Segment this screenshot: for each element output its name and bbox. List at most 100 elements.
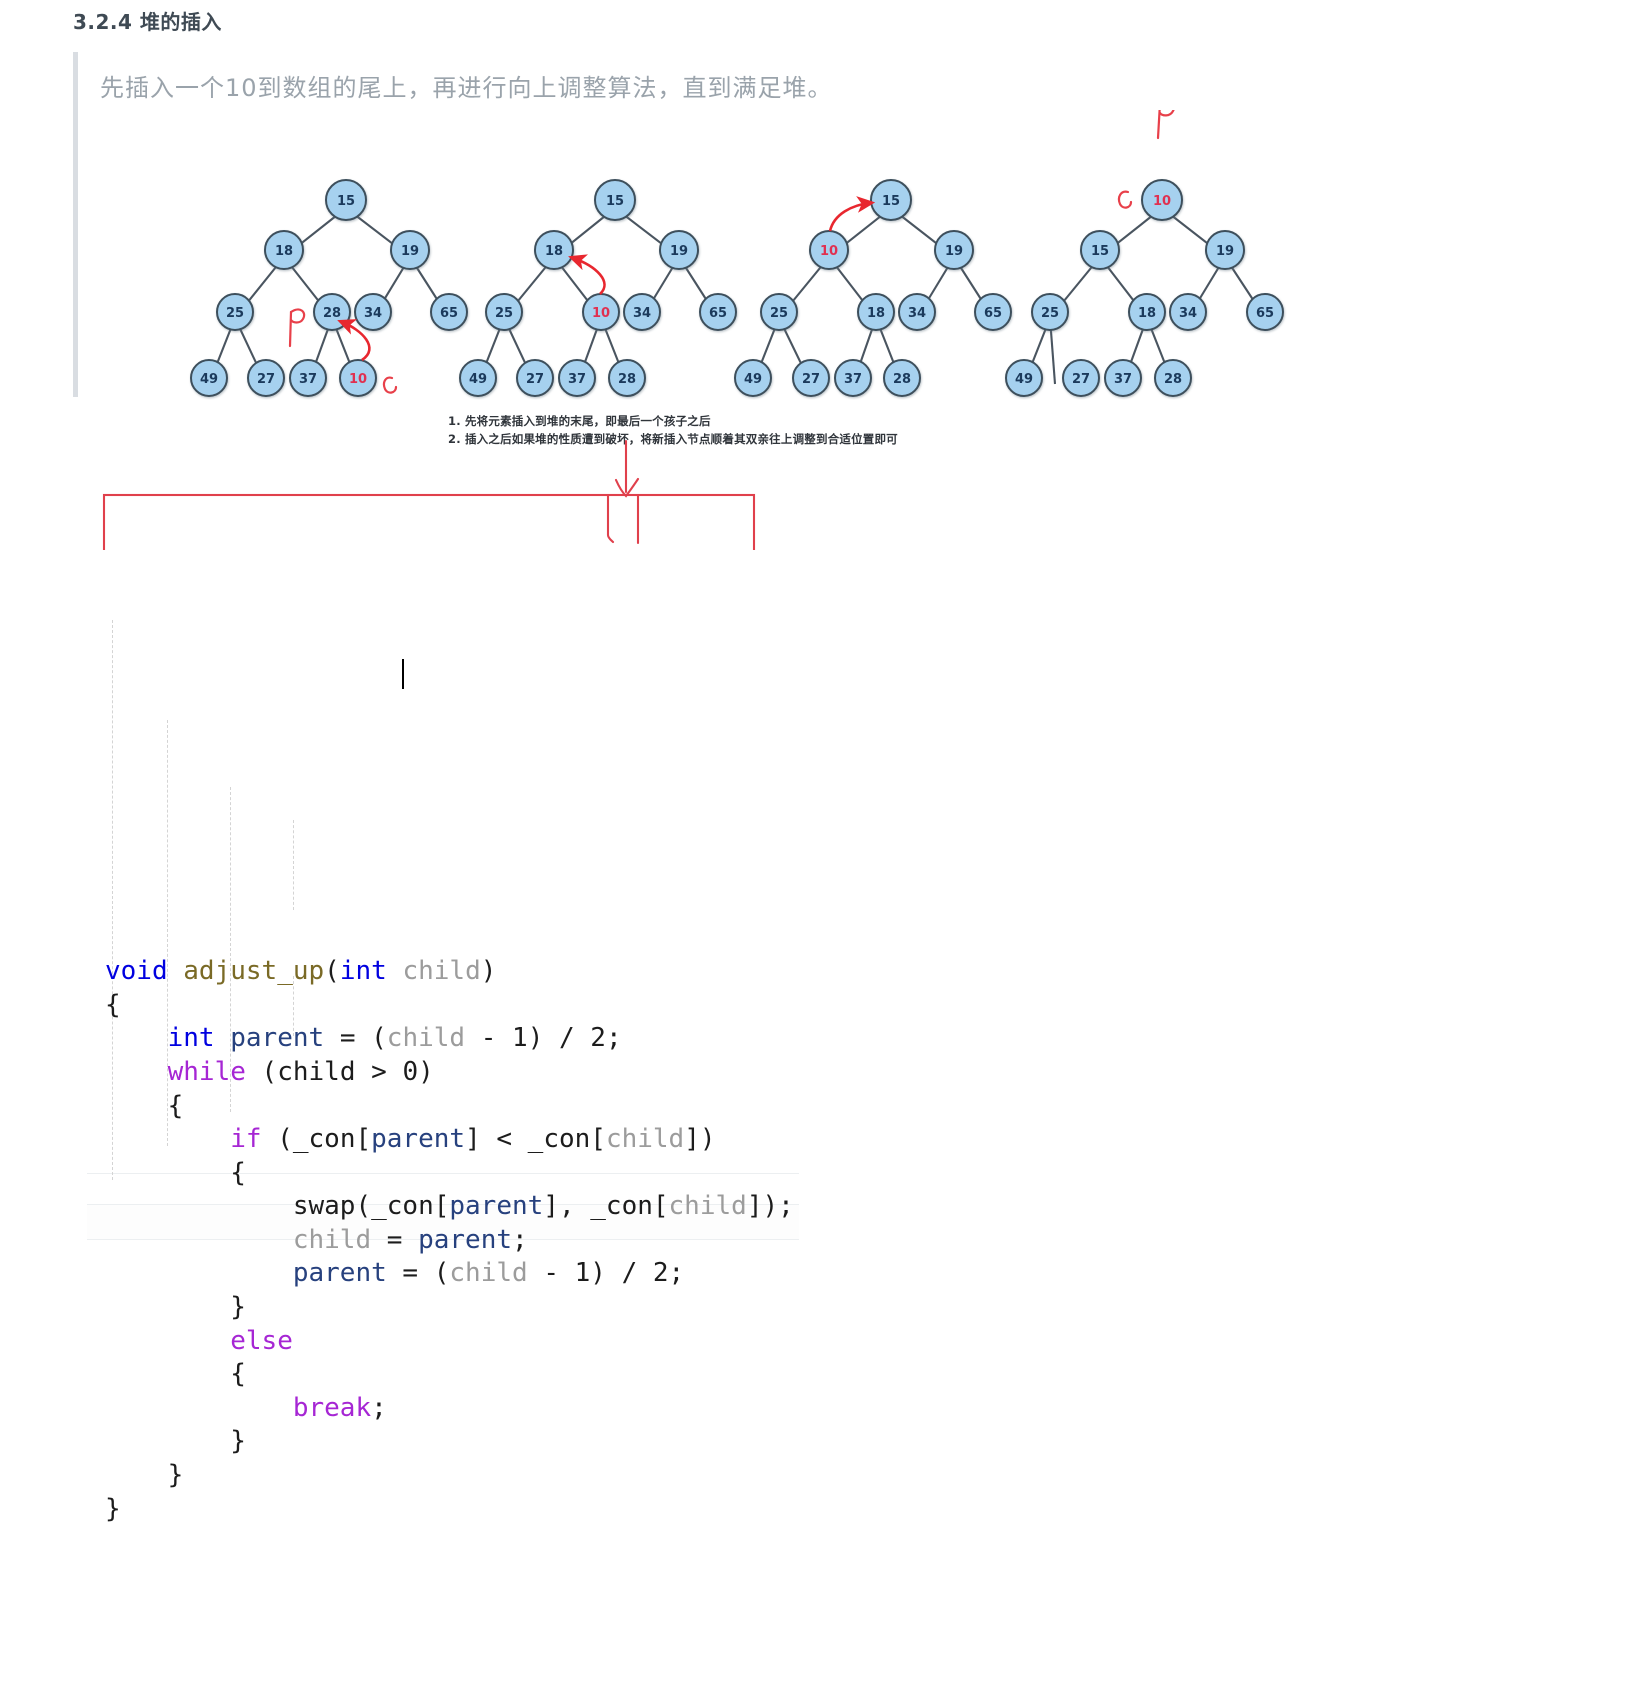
code-line[interactable]: { (105, 989, 794, 1023)
code-token: child (402, 956, 481, 987)
code-token: = ( (386, 1258, 450, 1289)
svg-text:10: 10 (820, 244, 838, 259)
svg-text:28: 28 (323, 306, 341, 321)
code-line[interactable]: } (105, 1291, 794, 1325)
svg-text:28: 28 (893, 372, 911, 387)
code-token: parent (292, 1258, 387, 1289)
svg-text:65: 65 (1256, 306, 1274, 321)
code-token: ]) (684, 1124, 716, 1155)
heap-trees-svg: 15 18 19 25 28 34 65 49 27 37 10 1518 19 … (190, 110, 1284, 397)
tree-3: 15 19 25 18 34 65 49 27 37 28 10 (734, 179, 1012, 397)
svg-text:18: 18 (867, 306, 885, 321)
svg-text:28: 28 (1164, 372, 1182, 387)
code-token: parent (371, 1124, 466, 1155)
svg-text:49: 49 (744, 372, 762, 387)
code-line[interactable]: if (_con[parent] < _con[child]) (105, 1123, 794, 1157)
code-token: int (167, 1023, 215, 1054)
code-line[interactable]: else (105, 1325, 794, 1359)
code-token: ; (371, 1392, 387, 1423)
code-token: int (339, 956, 387, 987)
svg-text:49: 49 (200, 372, 218, 387)
code-token: { (105, 1090, 184, 1121)
code-token: ] < _con[ (465, 1124, 606, 1155)
svg-text:37: 37 (844, 372, 862, 387)
page-title: 3.2.4 堆的插入 (73, 10, 222, 34)
svg-text:19: 19 (670, 244, 688, 259)
code-line[interactable]: int parent = (child - 1) / 2; (105, 1022, 794, 1056)
code-block[interactable]: void adjust_up(int child){ int parent = … (87, 552, 799, 1694)
code-token: adjust_up (183, 956, 325, 987)
code-token: { (105, 1359, 246, 1390)
code-line[interactable]: child = parent; (105, 1224, 794, 1258)
code-token: - 1) / 2; (465, 1023, 622, 1054)
svg-text:18: 18 (1138, 306, 1156, 321)
svg-text:37: 37 (1114, 372, 1132, 387)
code-line[interactable]: { (105, 1090, 794, 1124)
code-line[interactable]: } (105, 1459, 794, 1493)
code-token: child (292, 1224, 372, 1255)
quote-block: 先插入一个10到数组的尾上，再进行向上调整算法，直到满足堆。 15 18 19 … (73, 52, 1473, 446)
code-token: child (668, 1191, 747, 1222)
svg-text:49: 49 (469, 372, 487, 387)
code-line[interactable]: { (105, 1157, 794, 1191)
svg-text:34: 34 (364, 306, 382, 321)
svg-text:15: 15 (337, 194, 355, 209)
svg-text:10: 10 (1153, 194, 1171, 209)
svg-text:10: 10 (349, 372, 367, 387)
code-token: ; (512, 1224, 528, 1255)
svg-text:37: 37 (568, 372, 586, 387)
code-token: ]); (746, 1191, 794, 1222)
code-line[interactable]: void adjust_up(int child) (105, 955, 794, 989)
svg-text:25: 25 (495, 306, 513, 321)
code-line[interactable]: while (child > 0) (105, 1056, 794, 1090)
svg-text:27: 27 (802, 372, 820, 387)
svg-text:28: 28 (618, 372, 636, 387)
svg-text:25: 25 (770, 306, 788, 321)
code-token: child (449, 1258, 528, 1289)
quote-left-bar (73, 52, 78, 397)
heap-insert-figure: 15 18 19 25 28 34 65 49 27 37 10 15 18 1… (108, 110, 1288, 400)
code-line[interactable]: swap(_con[parent], _con[child]); (105, 1190, 794, 1224)
svg-text:27: 27 (257, 372, 275, 387)
indent-guide-4 (293, 820, 294, 910)
svg-text:27: 27 (526, 372, 544, 387)
code-line[interactable]: } (105, 1493, 794, 1527)
code-line[interactable]: parent = (child - 1) / 2; (105, 1257, 794, 1291)
text-caret (402, 659, 404, 689)
code-token: child (386, 1023, 466, 1054)
code-token: (_con[ (261, 1124, 372, 1155)
svg-text:65: 65 (984, 306, 1002, 321)
code-token: parent (418, 1224, 513, 1255)
code-token: = (371, 1224, 419, 1255)
svg-text:34: 34 (908, 306, 926, 321)
code-token: } (105, 1460, 184, 1491)
tree-2: 15 18 19 25 34 65 49 27 37 28 10 (459, 179, 737, 397)
code-token: } (105, 1292, 246, 1323)
code-line[interactable]: } (105, 1425, 794, 1459)
code-token: break (292, 1392, 372, 1423)
code-token: else (230, 1325, 293, 1356)
code-token: = ( (324, 1023, 387, 1054)
svg-text:19: 19 (1216, 244, 1234, 259)
code-token: if (230, 1124, 262, 1155)
code-token: ) (480, 956, 497, 987)
code-line[interactable]: break; (105, 1392, 794, 1426)
caption-line-1: 1. 先将元素插入到堆的末尾，即最后一个孩子之后 (448, 414, 711, 428)
code-line[interactable]: { (105, 1358, 794, 1392)
code-token: ( (324, 956, 340, 987)
code-token: (child > 0) (245, 1056, 434, 1087)
svg-text:65: 65 (709, 306, 727, 321)
array-annotation-svg (102, 439, 756, 556)
code-lines[interactable]: void adjust_up(int child){ int parent = … (105, 955, 794, 1526)
svg-text:15: 15 (606, 194, 624, 209)
svg-text:27: 27 (1072, 372, 1090, 387)
svg-text:15: 15 (1091, 244, 1109, 259)
